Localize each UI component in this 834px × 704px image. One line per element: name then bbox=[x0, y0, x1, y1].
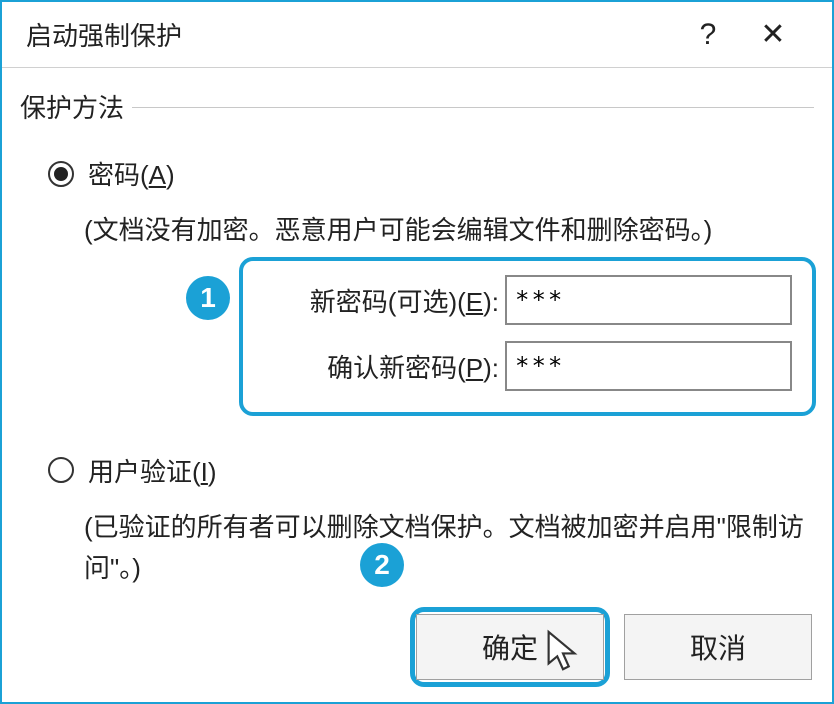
radio-row-user-auth: 用户验证(I) bbox=[48, 452, 814, 489]
radio-user-auth[interactable] bbox=[48, 457, 74, 483]
text: ) bbox=[208, 457, 217, 487]
row-new-password: 新密码(可选)(E): bbox=[243, 275, 812, 325]
group-label-protection-method: 保护方法 bbox=[20, 88, 132, 125]
radio-row-password: 密码(A) bbox=[48, 155, 814, 192]
user-auth-description: (已验证的所有者可以删除文档保护。文档被加密并启用"限制访问"。) bbox=[84, 507, 814, 590]
text: ): bbox=[483, 287, 499, 317]
ok-button-wrap: 确定 bbox=[416, 614, 604, 680]
annotation-callout-2: 2 bbox=[360, 543, 404, 587]
text: 密码( bbox=[88, 160, 149, 190]
text: ) bbox=[166, 160, 175, 190]
cancel-button[interactable]: 取消 bbox=[624, 614, 812, 680]
accelerator-key: P bbox=[466, 353, 483, 383]
label-confirm-password: 确认新密码(P): bbox=[243, 348, 505, 385]
dialog-button-row: 确定 取消 bbox=[416, 614, 812, 680]
dialog-title: 启动强制保护 bbox=[26, 16, 678, 53]
radio-password-label[interactable]: 密码(A) bbox=[88, 155, 175, 192]
password-description: (文档没有加密。恶意用户可能会编辑文件和删除密码。) bbox=[84, 210, 814, 252]
radio-user-auth-label[interactable]: 用户验证(I) bbox=[88, 452, 217, 489]
text: 新密码(可选)( bbox=[310, 287, 466, 317]
cursor-icon bbox=[545, 629, 581, 675]
ok-button-label: 确定 bbox=[482, 627, 538, 667]
dialog-start-enforcing-protection: 启动强制保护 ? ✕ 保护方法 密码(A) (文档没有加密。恶意用户可能会编辑文… bbox=[0, 0, 834, 704]
text: 确认新密码( bbox=[327, 353, 466, 383]
ok-button[interactable]: 确定 bbox=[416, 614, 604, 680]
input-new-password[interactable] bbox=[505, 275, 792, 325]
close-button[interactable]: ✕ bbox=[738, 17, 808, 52]
row-confirm-password: 确认新密码(P): bbox=[243, 341, 812, 391]
radio-password[interactable] bbox=[48, 161, 74, 187]
accelerator-key: I bbox=[201, 457, 208, 487]
accelerator-key: E bbox=[466, 287, 483, 317]
label-new-password: 新密码(可选)(E): bbox=[243, 282, 505, 319]
help-button[interactable]: ? bbox=[678, 18, 738, 52]
dialog-content: 保护方法 密码(A) (文档没有加密。恶意用户可能会编辑文件和删除密码。) 1 … bbox=[2, 68, 832, 590]
input-confirm-password[interactable] bbox=[505, 341, 792, 391]
accelerator-key: A bbox=[149, 160, 166, 190]
text: 用户验证( bbox=[88, 457, 201, 487]
annotation-callout-1: 1 bbox=[186, 276, 230, 320]
titlebar: 启动强制保护 ? ✕ bbox=[2, 2, 832, 68]
group-divider bbox=[132, 107, 814, 108]
text: ): bbox=[483, 353, 499, 383]
password-fields-highlight: 新密码(可选)(E): 确认新密码(P): bbox=[239, 257, 816, 416]
